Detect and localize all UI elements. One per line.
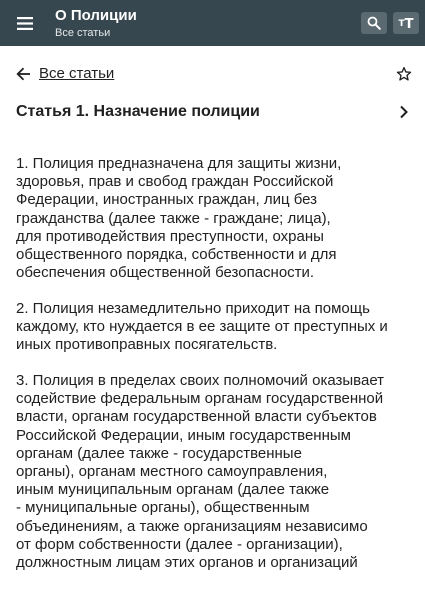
arrow-left-icon[interactable]	[14, 66, 32, 82]
text-line: для противодействия преступности, охраны	[16, 227, 324, 245]
app-title: О Полиции	[55, 7, 137, 24]
font-size-button[interactable]: TT	[393, 12, 419, 34]
text-line: - муниципальные органы), общественным	[16, 499, 310, 517]
text-line: обеспечения общественной безопасности.	[16, 264, 315, 282]
text-line: органы), органам местного самоуправления…	[16, 463, 328, 481]
font-size-icon: TT	[398, 15, 413, 31]
text-line: содействие федеральным органам государст…	[16, 390, 384, 408]
menu-icon[interactable]	[12, 11, 38, 35]
search-icon	[367, 16, 381, 30]
text-line: Федерации, иностранных граждан, лиц без	[16, 191, 318, 209]
back-navigation: Все статьи	[0, 60, 425, 88]
text-line: органам (далее также - государственные	[16, 444, 302, 462]
text-line: иным муниципальным органам (далее также	[16, 481, 330, 499]
all-articles-link[interactable]: Все статьи	[39, 65, 114, 83]
text-line: власти, органам государственной власти с…	[16, 408, 377, 426]
text-line: от форм собственности (далее - организац…	[16, 535, 343, 553]
text-line: 3. Полиция в пределах своих полномочий о…	[16, 372, 385, 390]
article-paragraph-1: 1. Полиция предназначена для защиты жизн…	[16, 155, 416, 282]
text-line: объединениям, а также организациям незав…	[16, 517, 368, 535]
article-title: Статья 1. Назначение полиции	[16, 103, 260, 120]
app-bar: О Полиции Все статьи TT	[0, 0, 425, 46]
text-line: Российской Федерации, иным государственн…	[16, 426, 351, 444]
text-line: каждому, кто нуждается в ее защите от пр…	[16, 318, 388, 336]
star-outline-icon[interactable]	[395, 65, 413, 83]
text-line: общественного порядка, собственности и д…	[16, 246, 337, 264]
article-body: 1. Полиция предназначена для защиты жизн…	[16, 155, 416, 590]
text-line: должностным лицам этих органов и организ…	[16, 554, 358, 572]
text-line: 2. Полиция незамедлительно приходит на п…	[16, 299, 370, 317]
search-button[interactable]	[361, 12, 387, 34]
article-paragraph-2: 2. Полиция незамедлительно приходит на п…	[16, 300, 416, 355]
text-line: здоровья, прав и свобод граждан Российск…	[16, 173, 334, 191]
article-paragraph-3: 3. Полиция в пределах своих полномочий о…	[16, 372, 416, 572]
font-size-icon-large: T	[404, 17, 414, 32]
text-line: гражданства (далее также - граждане; лиц…	[16, 209, 331, 227]
app-subtitle: Все статьи	[55, 27, 111, 39]
chevron-right-icon[interactable]	[396, 103, 412, 121]
text-line: иных противоправных посягательств.	[16, 336, 278, 354]
article-header: Статья 1. Назначение полиции	[0, 98, 425, 126]
text-line: 1. Полиция предназначена для защиты жизн…	[16, 155, 342, 172]
